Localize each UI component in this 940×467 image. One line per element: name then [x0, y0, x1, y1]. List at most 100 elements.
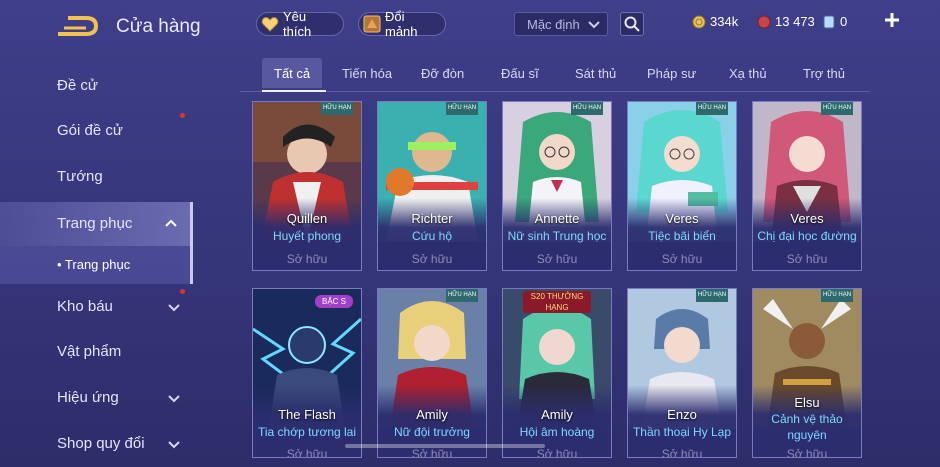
owned-status: Sở hữu: [786, 252, 828, 266]
hero-name: Quillen: [286, 211, 328, 226]
owned-status: Sở hữu: [661, 447, 703, 458]
skin-card[interactable]: HỮU HẠN Elsu Cảnh vệ thảo nguyên Sở hữu: [752, 288, 862, 458]
sidebar-item-label: Trang phục: [57, 215, 133, 232]
tier-badge: BẬC S: [315, 295, 353, 308]
gold-coin-icon: [692, 15, 706, 29]
favorites-label: Yêu thích: [283, 9, 312, 39]
card-badge: HỮU HẠN: [446, 102, 478, 115]
chevron-up-icon: [164, 216, 178, 233]
voucher-value: 0: [840, 14, 848, 29]
owned-status: Sở hữu: [411, 252, 453, 266]
skin-card[interactable]: BẬC S The Flash Tia chớp tương lai Sở hữ…: [252, 288, 362, 458]
owned-status: Sở hữu: [536, 447, 578, 458]
card-badge: HỮU HẠN: [821, 102, 853, 115]
sidebar: Đề cử Gói đề cử Tướng Trang phục • Trang…: [0, 60, 200, 467]
skin-card[interactable]: HỮU HẠN Enzo Thần thoại Hy Lạp Sở hữu: [627, 288, 737, 458]
skin-card[interactable]: HỮU HẠN Richter Cứu hộ Sở hữu: [377, 101, 487, 271]
tab-marksman[interactable]: Xạ thủ: [729, 58, 767, 88]
voucher-balance: 0: [822, 14, 847, 29]
exchange-label: Đổi mảnh: [385, 9, 418, 39]
skin-name: Cứu hộ: [411, 229, 453, 243]
back-logo-icon[interactable]: [56, 14, 98, 38]
sidebar-subitem-label: • Trang phục: [57, 257, 131, 272]
favorites-button[interactable]: Yêu thích: [256, 9, 344, 39]
owned-status: Sở hữu: [286, 447, 328, 458]
top-bar: Cửa hàng Yêu thích Đổi mảnh Mặc định 334…: [0, 0, 940, 50]
skin-card[interactable]: HỮU HẠN Quillen Huyết phong Sở hữu: [252, 101, 362, 271]
sidebar-item-label: Vật phẩm: [57, 343, 122, 360]
owned-status: Sở hữu: [536, 252, 578, 266]
owned-status: Sở hữu: [286, 252, 328, 266]
skin-name: Tiệc bãi biển: [648, 229, 716, 243]
hero-name: Amily: [416, 407, 448, 422]
fragment-icon: [363, 15, 381, 33]
card-badge: HỮU HẠN: [696, 289, 728, 302]
sidebar-item-featured[interactable]: Đề cử: [0, 66, 193, 106]
card-badge: HỮU HẠN: [571, 102, 603, 115]
sort-value: Mặc định: [527, 17, 580, 32]
scroll-indicator[interactable]: [345, 444, 545, 448]
search-icon: [624, 16, 640, 32]
owned-status: Sở hữu: [786, 447, 828, 458]
skin-name: Huyết phong: [272, 229, 342, 243]
notification-dot: [180, 113, 185, 118]
card-badge: HỮU HẠN: [696, 102, 728, 115]
tab-mage[interactable]: Pháp sư: [647, 58, 696, 88]
sidebar-item-treasure[interactable]: Kho báu: [0, 287, 193, 327]
sidebar-item-items[interactable]: Vật phẩm: [0, 332, 193, 372]
skin-card[interactable]: HỮU HẠN Amily Nữ đội trưởng Sở hữu: [377, 288, 487, 458]
tab-support[interactable]: Trợ thủ: [803, 58, 845, 88]
active-tab-indicator: [262, 90, 326, 92]
hero-name: The Flash: [278, 407, 336, 422]
tab-tank[interactable]: Đỡ đòn: [421, 58, 464, 88]
skin-card[interactable]: HỮU HẠN Veres Chị đại học đường Sở hữu: [752, 101, 862, 271]
skin-name: Chị đại học đường: [757, 229, 857, 243]
sidebar-item-bundles[interactable]: Gói đề cử: [0, 111, 193, 151]
tab-fighter[interactable]: Đấu sĩ: [501, 58, 539, 88]
sidebar-item-label: Tướng: [57, 168, 103, 185]
skin-card[interactable]: HỮU HẠN Veres Tiệc bãi biển Sở hữu: [627, 101, 737, 271]
sidebar-item-heroes[interactable]: Tướng: [0, 157, 193, 197]
skin-name: Thần thoại Hy Lạp: [632, 425, 732, 439]
add-currency-button[interactable]: [883, 11, 901, 34]
sidebar-subitem-skins[interactable]: • Trang phục: [0, 246, 193, 284]
ruby-value: 13 473: [775, 14, 815, 29]
card-badge: HỮU HẠN: [821, 289, 853, 302]
tab-assassin[interactable]: Sát thủ: [575, 58, 616, 88]
owned-status: Sở hữu: [411, 447, 453, 458]
chevron-down-icon: [587, 17, 601, 34]
hero-name: Veres: [665, 211, 699, 226]
sidebar-item-exchange-shop[interactable]: Shop quy đổi: [0, 424, 193, 464]
search-button[interactable]: [620, 12, 644, 36]
sort-select[interactable]: Mặc định: [514, 12, 608, 36]
category-tabs: Tất cả Tiến hóa Đỡ đòn Đấu sĩ Sát thủ Ph…: [240, 58, 870, 94]
tab-all[interactable]: Tất cả: [262, 58, 323, 88]
sidebar-item-label: Đề cử: [57, 77, 98, 94]
sidebar-item-skins[interactable]: Trang phục: [0, 202, 193, 246]
plus-icon: [885, 13, 899, 27]
hero-name: Richter: [411, 211, 453, 226]
hero-name: Elsu: [794, 395, 820, 410]
page-title: Cửa hàng: [116, 16, 201, 37]
skin-card[interactable]: S20 THƯỞNG HẠNG Amily Hội âm hoàng Sở hữ…: [502, 288, 612, 458]
gold-value: 334k: [710, 14, 739, 29]
skin-name: Nữ đội trưởng: [394, 425, 470, 439]
tab-evolution[interactable]: Tiến hóa: [342, 58, 392, 88]
sidebar-item-effects[interactable]: Hiệu ứng: [0, 378, 193, 418]
hero-name: Annette: [534, 211, 580, 226]
skin-name: Tia chớp tương lai: [257, 425, 357, 439]
sidebar-item-label: Kho báu: [57, 298, 113, 315]
hero-name: Enzo: [667, 407, 697, 422]
gold-balance: 334k: [692, 14, 738, 29]
sidebar-item-label: Shop quy đổi: [57, 435, 145, 452]
voucher-icon: [822, 15, 836, 29]
heart-icon: [261, 16, 279, 32]
sidebar-item-label: Gói đề cử: [57, 122, 123, 139]
notification-dot: [180, 289, 185, 294]
chevron-down-icon: [167, 392, 181, 409]
skin-name: Hội âm hoàng: [519, 425, 595, 439]
skin-card[interactable]: HỮU HẠN Annette Nữ sinh Trung học Sở hữu: [502, 101, 612, 271]
ruby-balance: 13 473: [757, 14, 815, 29]
exchange-button[interactable]: Đổi mảnh: [358, 9, 446, 39]
hero-name: Veres: [790, 211, 824, 226]
